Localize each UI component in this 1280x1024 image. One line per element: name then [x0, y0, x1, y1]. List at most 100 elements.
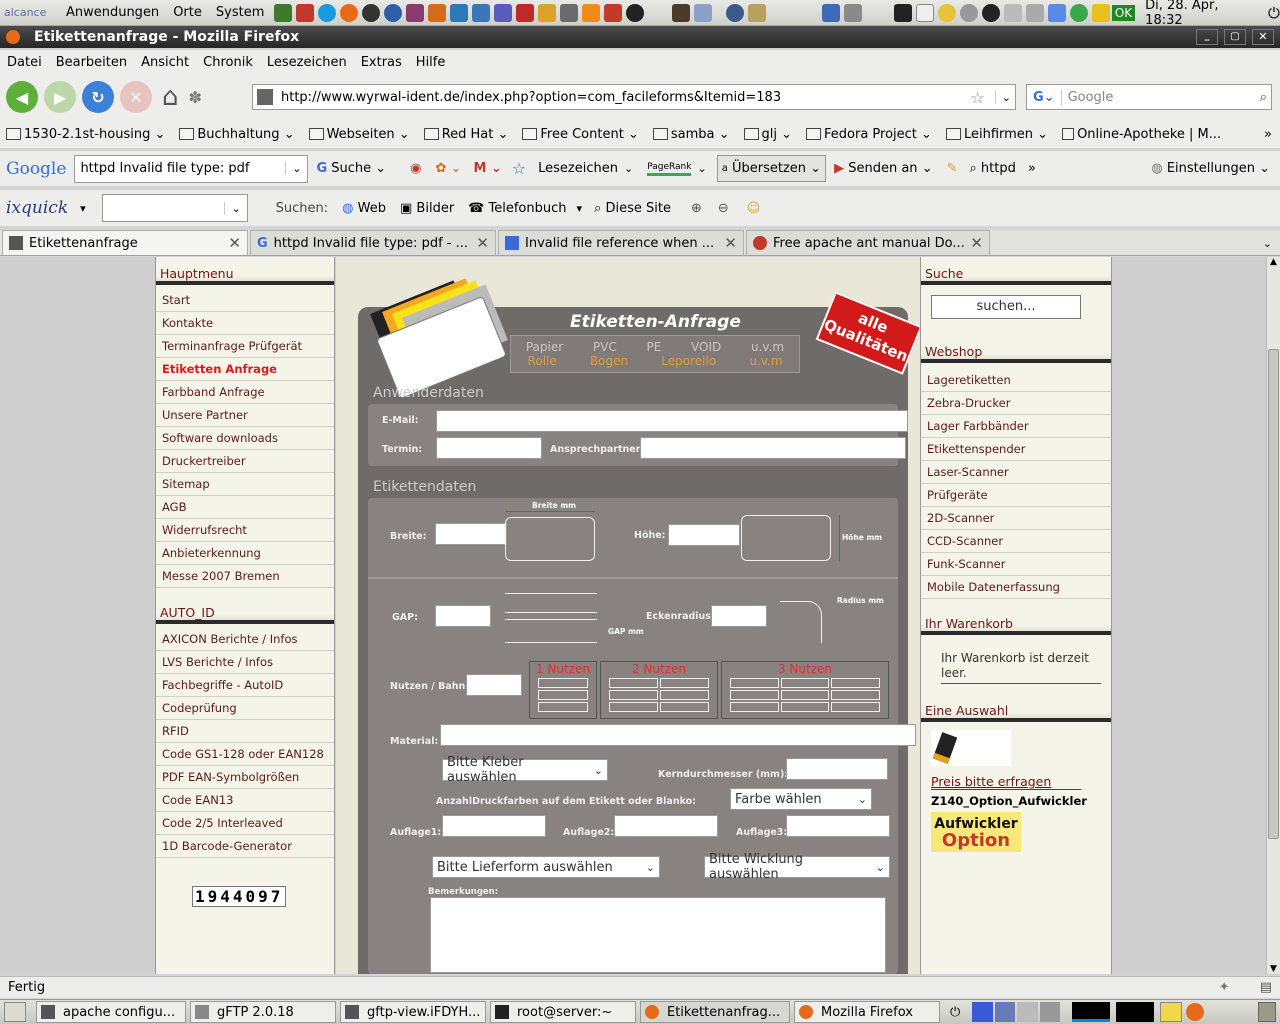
launcher-icon[interactable]: [538, 3, 557, 22]
addon-icon[interactable]: ✽: [189, 88, 202, 107]
launcher-icon[interactable]: [274, 3, 293, 22]
smiley-icon[interactable]: ☺: [747, 201, 761, 216]
vertical-scrollbar[interactable]: ▲ ▼: [1266, 257, 1280, 974]
taskbar-item[interactable]: apache configu...: [36, 1001, 186, 1023]
launcher-icon[interactable]: [560, 3, 579, 22]
menu-bearbeiten[interactable]: Bearbeiten: [56, 55, 127, 70]
hauptmenu-item[interactable]: AGB: [156, 496, 334, 519]
gmail-icon[interactable]: M ⌄: [473, 161, 501, 176]
trash-icon[interactable]: [1258, 1002, 1276, 1022]
nutzen-2-option[interactable]: 2 Nutzen: [600, 661, 718, 719]
ixquick-input[interactable]: ⌄: [101, 194, 248, 222]
price-link[interactable]: Preis bitte erfragen: [931, 774, 1081, 790]
firefox-icon[interactable]: [1186, 1003, 1205, 1021]
url-bar[interactable]: http://www.wyrwal-ident.de/index.php?opt…: [252, 84, 1016, 110]
translate-button[interactable]: a Übersetzen ⌄: [716, 155, 827, 182]
tab-google-search[interactable]: G httpd Invalid file type: pdf - ... ✕: [250, 230, 496, 255]
menu-hilfe[interactable]: Hilfe: [416, 55, 446, 70]
chevron-down-icon[interactable]: ⌄: [697, 162, 706, 175]
bookmark-folder[interactable]: Buchhaltung ⌄: [179, 127, 295, 142]
skype-icon[interactable]: [318, 3, 337, 22]
vlc-icon[interactable]: [582, 3, 601, 22]
product-image[interactable]: Aufwickler Option: [931, 812, 1021, 852]
launcher-icon[interactable]: [472, 3, 491, 22]
more-bookmarks-icon[interactable]: »: [1264, 127, 1272, 142]
tray-icon[interactable]: [981, 3, 1000, 22]
hauptmenu-item[interactable]: Unsere Partner: [156, 404, 334, 427]
google-search-button[interactable]: G Suche ⌄: [316, 161, 386, 176]
chevron-down-icon[interactable]: ▾: [80, 202, 86, 215]
auflage3-input[interactable]: [786, 815, 890, 837]
workspace-1[interactable]: [972, 1002, 993, 1022]
settings-button[interactable]: ◍ Einstellungen ⌄: [1151, 161, 1270, 176]
taskbar-item[interactable]: Etikettenanfrag...: [640, 1001, 790, 1023]
send-button[interactable]: ▶ Senden an ⌄: [834, 161, 933, 176]
home-icon[interactable]: ⌂: [162, 82, 179, 112]
hoehe-input[interactable]: [668, 524, 740, 546]
webshop-item[interactable]: Zebra-Drucker: [921, 392, 1111, 415]
system-monitor[interactable]: [1072, 1002, 1111, 1022]
scroll-thumb[interactable]: [1268, 349, 1279, 839]
menu-system[interactable]: System: [216, 5, 264, 20]
launcher-icon[interactable]: [626, 3, 645, 22]
webshop-item[interactable]: Prüfgeräte: [921, 484, 1111, 507]
launcher-icon[interactable]: [694, 3, 713, 22]
lieferform-select[interactable]: Bitte Lieferform auswählen: [432, 856, 660, 878]
hauptmenu-item[interactable]: Druckertreiber: [156, 450, 334, 473]
status-icon[interactable]: ▤: [1260, 980, 1272, 995]
webshop-item[interactable]: Funk-Scanner: [921, 553, 1111, 576]
autoid-item[interactable]: AXICON Berichte / Infos: [156, 628, 334, 651]
autoid-item[interactable]: Code 2/5 Interleaved: [156, 812, 334, 835]
url-dropdown-icon[interactable]: ⌄: [994, 90, 1011, 104]
hauptmenu-item[interactable]: Terminanfrage Prüfgerät: [156, 335, 334, 358]
more-icon[interactable]: »: [1028, 161, 1036, 176]
power-icon[interactable]: ⏻: [1268, 4, 1280, 22]
autoid-item[interactable]: RFID: [156, 720, 334, 743]
tab-apache-ant-manual[interactable]: Free apache ant manual Do... ✕: [746, 230, 990, 255]
close-tab-icon[interactable]: ✕: [970, 234, 983, 252]
zoom-out-icon[interactable]: ⊖: [718, 201, 729, 216]
bookmark-folder[interactable]: Leihfirmen ⌄: [945, 127, 1048, 142]
zoom-in-icon[interactable]: ⊕: [691, 201, 702, 216]
ixquick-images-button[interactable]: ▣ Bilder: [400, 201, 454, 216]
terminal-icon[interactable]: [894, 3, 912, 22]
bookmark-folder[interactable]: 1530-2.1st-housing ⌄: [6, 127, 165, 142]
hauptmenu-item[interactable]: Kontakte: [156, 312, 334, 335]
auflage2-input[interactable]: [614, 815, 718, 837]
hauptmenu-item[interactable]: Sitemap: [156, 473, 334, 496]
bookmark-star-icon[interactable]: ☆: [970, 88, 984, 107]
scroll-down-icon[interactable]: ▼: [1267, 964, 1280, 974]
material-input[interactable]: [440, 724, 916, 746]
tray-icon[interactable]: [1069, 3, 1088, 22]
menu-chronik[interactable]: Chronik: [203, 55, 253, 70]
webshop-item[interactable]: Etikettenspender: [921, 438, 1111, 461]
launcher-icon[interactable]: [844, 3, 862, 22]
show-desktop-icon[interactable]: [4, 1002, 26, 1022]
reload-button[interactable]: ↻: [82, 81, 114, 113]
auflage1-input[interactable]: [442, 815, 546, 837]
workspace-switcher[interactable]: [972, 1002, 1061, 1022]
breite-input[interactable]: [435, 523, 507, 545]
nutzen-3-option[interactable]: 3 Nutzen: [721, 661, 889, 719]
autoid-item[interactable]: Code GS1-128 oder EAN128: [156, 743, 334, 766]
launcher-icon[interactable]: [450, 3, 469, 22]
taskbar-item[interactable]: root@server:~: [490, 1001, 636, 1023]
launcher-icon[interactable]: [428, 3, 447, 22]
menu-datei[interactable]: Datei: [7, 55, 42, 70]
nutzen-1-option[interactable]: 1 Nutzen: [529, 661, 597, 719]
tray-icon[interactable]: [1025, 3, 1044, 22]
forward-button[interactable]: ▶: [44, 81, 76, 113]
dropdown-icon[interactable]: ⌄: [224, 201, 246, 215]
bookmark-folder[interactable]: Webseiten ⌄: [308, 127, 410, 142]
launcher-icon[interactable]: [748, 3, 767, 22]
webshop-item[interactable]: Mobile Datenerfassung: [921, 576, 1111, 599]
menu-extras[interactable]: Extras: [361, 55, 402, 70]
webshop-item[interactable]: Laser-Scanner: [921, 461, 1111, 484]
webshop-item[interactable]: Lageretiketten: [921, 369, 1111, 392]
system-monitor[interactable]: [1116, 1002, 1155, 1022]
close-tab-icon[interactable]: ✕: [724, 234, 737, 252]
launcher-icon[interactable]: [672, 3, 691, 22]
ixquick-logo[interactable]: ixquick: [6, 198, 68, 218]
autoid-item[interactable]: LVS Berichte / Infos: [156, 651, 334, 674]
launcher-icon[interactable]: [296, 3, 315, 22]
